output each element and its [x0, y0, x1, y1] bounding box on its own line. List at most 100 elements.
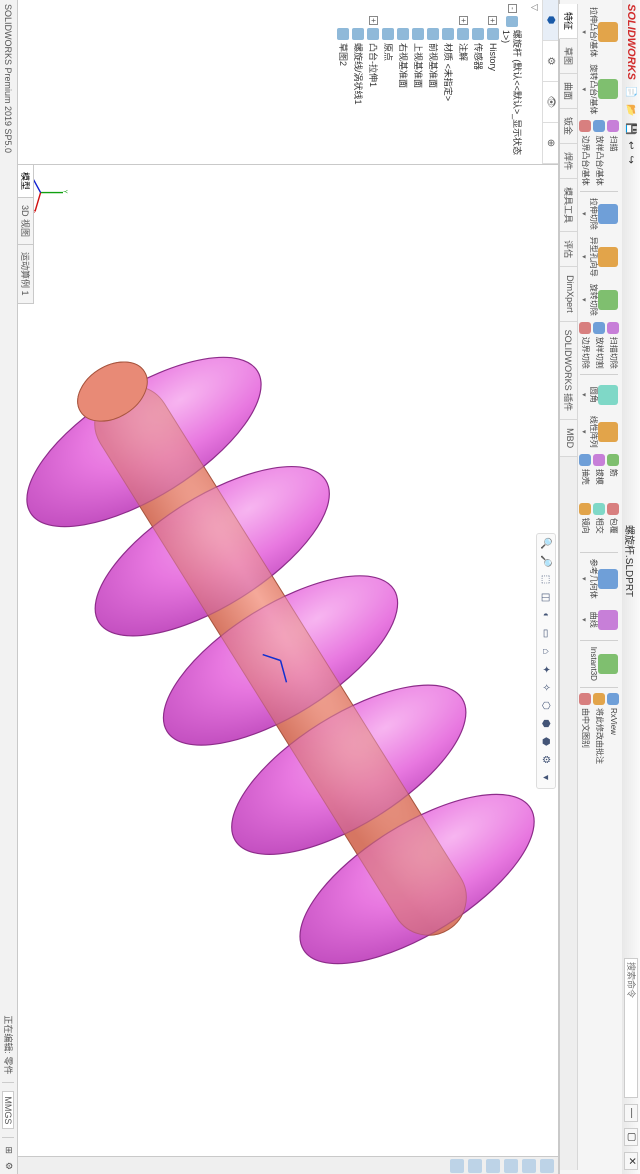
linear-pattern-button[interactable]: 线性阵列▾: [578, 413, 620, 451]
ribbon-tab[interactable]: 曲面: [560, 74, 577, 109]
bottom-tab[interactable]: 3D 视图: [18, 198, 33, 245]
tree-item[interactable]: +上视基准面: [411, 2, 426, 162]
tree-item[interactable]: +右视基准面: [396, 2, 411, 162]
tree-root[interactable]: - 螺旋杆 (默认<<默认>_显示状态 1>): [500, 2, 525, 162]
expand-icon[interactable]: +: [459, 16, 468, 25]
revolve-boss-button[interactable]: 旋转凸台/基体▾: [578, 61, 620, 117]
boundary-cut-button[interactable]: 边界切除: [578, 320, 592, 371]
rail-button[interactable]: [486, 1159, 500, 1173]
wrap-button[interactable]: 包覆: [606, 501, 620, 549]
extrude-cut-button[interactable]: 拉伸切除▾: [578, 195, 620, 233]
tree-item[interactable]: +凸台-拉伸1: [366, 2, 381, 162]
qat-icon[interactable]: ↪: [626, 156, 637, 164]
chinese-drawing-button[interactable]: 由中文图别: [578, 691, 592, 766]
expand-icon[interactable]: +: [488, 16, 497, 25]
loft-cut-button[interactable]: 放样切割: [592, 320, 606, 371]
annotate-button[interactable]: 将此修改由批注: [592, 691, 606, 766]
status-icon[interactable]: ⊞: [3, 1146, 14, 1154]
revolve-cut-icon: [598, 290, 618, 310]
loft-button[interactable]: 放样凸台/基体: [592, 118, 606, 187]
shell-button[interactable]: 抽壳: [578, 452, 592, 500]
rail-button[interactable]: [522, 1159, 536, 1173]
task-pane-rail: [18, 1156, 558, 1174]
tree-item[interactable]: +原点: [381, 2, 396, 162]
revolve-icon: [598, 79, 618, 99]
model-view: [18, 165, 558, 1156]
loft-icon: [593, 120, 605, 132]
rail-button[interactable]: [468, 1159, 482, 1173]
graphics-viewport[interactable]: 🔍🔎⬚◫◐▭⌂✦✧⬡⬢⬣⚙▾: [18, 165, 558, 1156]
expand-icon[interactable]: -: [508, 4, 517, 13]
mirror-button[interactable]: 镜向: [578, 501, 592, 549]
sweep-cut-button[interactable]: 扫描切除: [606, 320, 620, 371]
qat-icon[interactable]: 📄: [626, 86, 637, 98]
minimize-button[interactable]: —: [624, 1104, 638, 1122]
expand-icon[interactable]: +: [369, 16, 378, 25]
qat-icon[interactable]: ↩: [626, 141, 637, 149]
mirror-icon: [579, 503, 591, 515]
status-units[interactable]: MMGS: [3, 1091, 15, 1129]
rail-button[interactable]: [540, 1159, 554, 1173]
boundary-button[interactable]: 边界凸台/基体: [578, 118, 592, 187]
close-button[interactable]: ✕: [624, 1152, 638, 1170]
instant3d-button[interactable]: Instant3D: [586, 644, 620, 684]
tree-item[interactable]: +注解: [456, 2, 471, 162]
rib-button[interactable]: 筋: [606, 452, 620, 500]
ribbon-tab[interactable]: 评估: [560, 232, 577, 267]
qat-icon[interactable]: 📂: [626, 104, 637, 116]
reference-geometry-button[interactable]: 参考几何体▾: [578, 556, 620, 602]
bottom-tab[interactable]: 运动算例 1: [18, 245, 33, 304]
intersect-button[interactable]: 相交: [592, 501, 606, 549]
tree-item-icon: [472, 28, 484, 40]
qat-icon[interactable]: 💾: [626, 123, 637, 135]
fillet-button[interactable]: 圆角▾: [578, 378, 620, 412]
revolve-cut-button[interactable]: 旋转切除▾: [578, 281, 620, 319]
rxview-button[interactable]: RxView: [606, 691, 620, 766]
tree-item[interactable]: +材质 <未指定>: [441, 2, 456, 162]
maximize-button[interactable]: ▢: [624, 1128, 638, 1146]
status-icon[interactable]: ⚙: [3, 1162, 14, 1170]
ribbon-tab[interactable]: 特征: [559, 4, 577, 39]
title-bar: SOLIDWORKS 📄 📂 💾 ↩ ↪ 螺旋杆.SLDPRT — ▢ ✕: [622, 0, 640, 1174]
tree-tab-display[interactable]: 👁: [543, 82, 558, 123]
tree-item[interactable]: +传感器: [471, 2, 486, 162]
tree-item-label: 前视基准面: [427, 43, 440, 88]
shell-icon: [579, 454, 591, 466]
ribbon-tabs: 特征草图曲面钣金焊件模具工具评估DimXpertSOLIDWORKS 插件MBD: [560, 4, 578, 1170]
rail-button[interactable]: [450, 1159, 464, 1173]
curves-button[interactable]: 曲线▾: [578, 603, 620, 637]
ribbon-tab[interactable]: 焊件: [560, 144, 577, 179]
draft-icon: [593, 454, 605, 466]
tree-item-label: 草图2: [337, 43, 350, 66]
tree-item[interactable]: +前视基准面: [426, 2, 441, 162]
tree-item[interactable]: +History: [486, 2, 500, 162]
cn-drawing-icon: [579, 693, 591, 705]
tree-tab-feature[interactable]: ⬢: [543, 0, 558, 41]
tree-tab-hide[interactable]: ⊕: [543, 123, 558, 164]
extrude-boss-button[interactable]: 拉伸凸台/基体▾: [578, 4, 620, 60]
tree-item[interactable]: +草图2: [336, 2, 351, 162]
sweep-button[interactable]: 扫描: [606, 118, 620, 187]
bottom-tab[interactable]: 模型: [18, 165, 33, 198]
ribbon-tab[interactable]: 草图: [560, 39, 577, 74]
hole-wizard-button[interactable]: 异型孔向导▾: [578, 234, 620, 280]
extrude-icon: [598, 22, 618, 42]
ribbon-tab[interactable]: MBD: [560, 420, 577, 457]
curves-icon: [598, 610, 618, 630]
rail-button[interactable]: [504, 1159, 518, 1173]
ribbon-tab[interactable]: 钣金: [560, 109, 577, 144]
hole-wizard-icon: [598, 247, 618, 267]
tree-item-icon: [397, 28, 409, 40]
tree-root-label: 螺旋杆 (默认<<默认>_显示状态 1>): [501, 30, 524, 162]
command-search-input[interactable]: [624, 958, 638, 1098]
ribbon-tab[interactable]: 模具工具: [560, 179, 577, 232]
ribbon-tab[interactable]: DimXpert: [560, 267, 577, 322]
wrap-icon: [607, 503, 619, 515]
ribbon: 拉伸凸台/基体▾ 旋转凸台/基体▾ 扫描 放样凸台/基体 边界凸台/基体 拉伸切…: [559, 0, 622, 1174]
tree-tab-config[interactable]: ⚙: [543, 41, 558, 82]
tree-item-icon: [457, 28, 469, 40]
tree-item-label: 传感器: [472, 43, 485, 70]
draft-button[interactable]: 拔模: [592, 452, 606, 500]
ribbon-tab[interactable]: SOLIDWORKS 插件: [560, 322, 577, 421]
tree-item[interactable]: +螺旋线/涡状线1: [351, 2, 366, 162]
